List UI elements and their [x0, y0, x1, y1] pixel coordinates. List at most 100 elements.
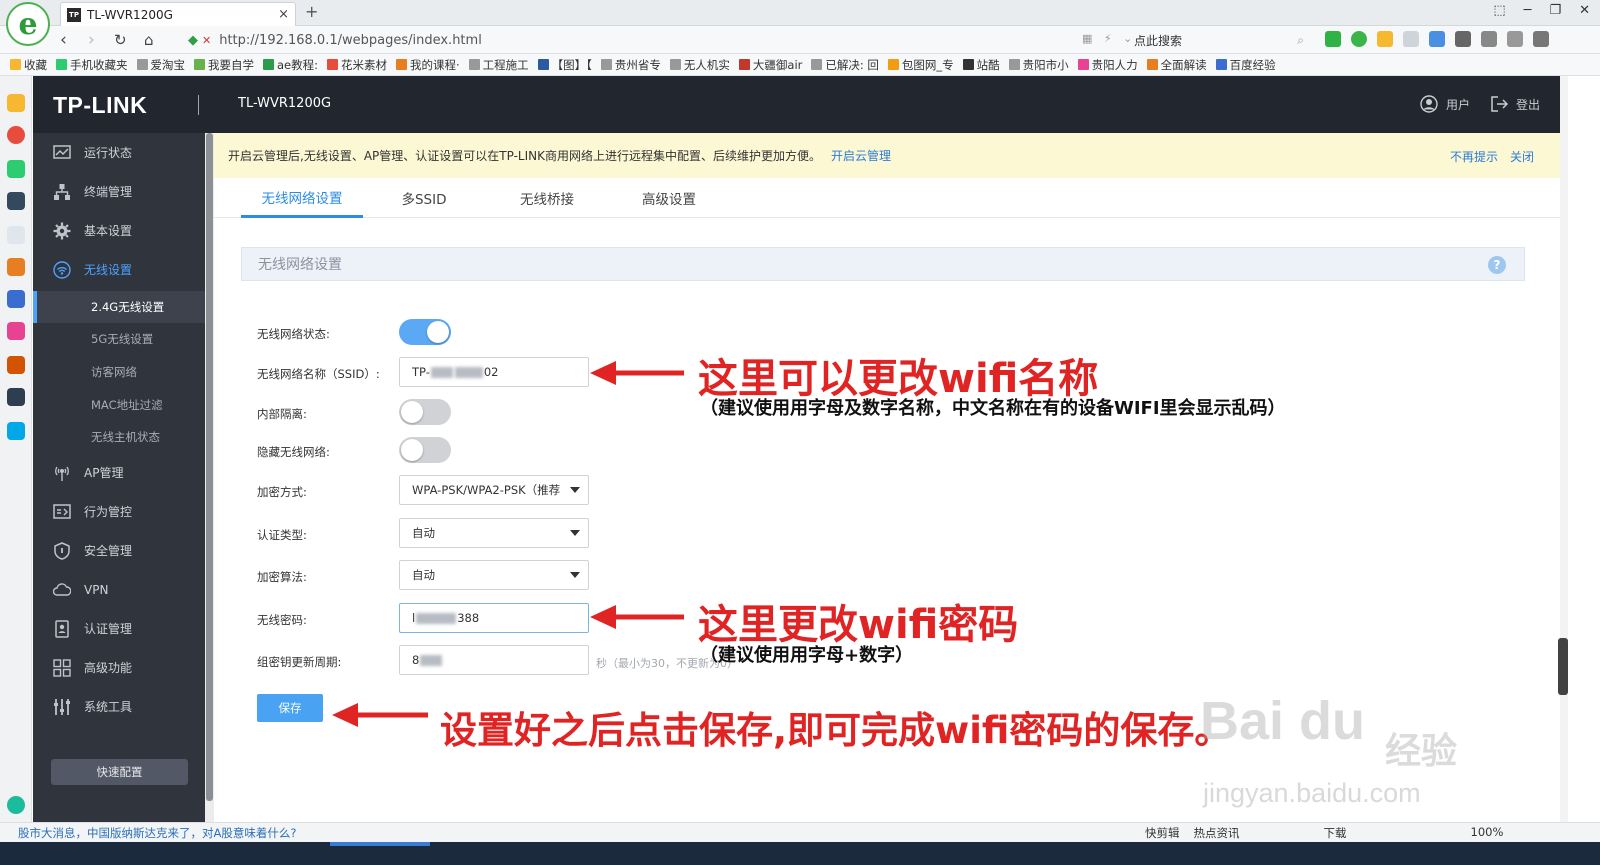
game-icon[interactable]: [7, 290, 25, 308]
sidebar-item-basic[interactable]: 基本设置: [33, 211, 206, 250]
undo-extension-icon[interactable]: [1507, 31, 1523, 47]
sidebar-item-behavior[interactable]: 行为管控: [33, 492, 206, 531]
bookmark-item[interactable]: 收藏: [10, 57, 47, 73]
video-icon[interactable]: [7, 322, 25, 340]
restore-button[interactable]: ❐: [1549, 3, 1561, 18]
sidebar-item-auth[interactable]: 认证管理: [33, 609, 206, 648]
back-icon[interactable]: ‹: [60, 30, 67, 50]
sidebar-item-ap[interactable]: AP管理: [33, 453, 206, 492]
status-item-zoom[interactable]: 100%: [1471, 825, 1504, 841]
shield-extension-icon[interactable]: [1377, 31, 1393, 47]
sidebar-item-security[interactable]: 安全管理: [33, 531, 206, 570]
bookmark-item[interactable]: 大疆御air: [738, 57, 802, 73]
headphones-extension-icon[interactable]: [1481, 31, 1497, 47]
refresh-icon[interactable]: ↻: [114, 31, 127, 49]
battery-extension-icon[interactable]: [1455, 31, 1471, 47]
home-icon[interactable]: ⌂: [144, 31, 154, 49]
algorithm-select[interactable]: 自动: [399, 560, 589, 590]
bookmark-item[interactable]: 百度经验: [1215, 57, 1276, 73]
bookmark-item[interactable]: 已解决: 回: [811, 57, 879, 73]
bookmark-item[interactable]: 无人机实: [669, 57, 730, 73]
sidebar-subitem-2g[interactable]: 2.4G无线设置: [33, 291, 206, 323]
forward-icon[interactable]: ›: [88, 30, 95, 50]
tab-advanced-settings[interactable]: 高级设置: [619, 178, 719, 218]
scissors-extension-icon[interactable]: [1325, 31, 1341, 47]
sidebar-item-terminal[interactable]: 终端管理: [33, 172, 206, 211]
sidebar-subitem-hosts[interactable]: 无线主机状态: [33, 421, 206, 453]
encryption-select[interactable]: WPA-PSK/WPA2-PSK（推荐: [399, 475, 589, 505]
ssid-input[interactable]: TP- 02: [399, 357, 589, 387]
dont-show-again-link[interactable]: 不再提示: [1450, 148, 1498, 165]
bookmark-item[interactable]: 【图】【: [537, 57, 592, 73]
status-item-download[interactable]: 下载: [1324, 825, 1347, 841]
page-scrollbar[interactable]: [1558, 638, 1568, 695]
status-item-quick-edit[interactable]: 快剪辑: [1145, 825, 1180, 841]
sidebar-item-tools[interactable]: 系统工具: [33, 687, 206, 726]
bookmark-item[interactable]: 贵阳人力: [1077, 57, 1138, 73]
tab-multi-ssid[interactable]: 多SSID: [374, 178, 474, 218]
quick-config-button[interactable]: 快速配置: [51, 759, 188, 785]
url-field[interactable]: ◆ ✕ http://192.168.0.1/webpages/index.ht…: [188, 29, 1118, 51]
sidebar-subitem-mac[interactable]: MAC地址过滤: [33, 389, 206, 421]
add-app-icon[interactable]: [7, 796, 25, 814]
rekey-input[interactable]: 8: [399, 645, 589, 675]
status-news-link[interactable]: 股市大消息，中国版纳斯达克来了，对A股意味着什么?: [18, 825, 296, 841]
tab-wireless-bridge[interactable]: 无线桥接: [497, 178, 597, 218]
mail-icon[interactable]: [7, 160, 25, 178]
app-icon[interactable]: [7, 422, 25, 440]
browser-tab[interactable]: TP TL-WVR1200G ×: [60, 2, 296, 26]
bookmark-item[interactable]: ae教程:: [263, 57, 318, 73]
image-extension-icon[interactable]: [1403, 31, 1419, 47]
bookmark-item[interactable]: 站酷: [962, 57, 1000, 73]
bookmark-item[interactable]: 全面解读: [1146, 57, 1207, 73]
minimize-button[interactable]: ─: [1524, 3, 1532, 18]
bookmark-item[interactable]: 包图网_专: [887, 57, 954, 73]
sidebar-item-advanced[interactable]: 高级功能: [33, 648, 206, 687]
bookmark-item[interactable]: 爱淘宝: [136, 57, 185, 73]
news-icon[interactable]: [7, 192, 25, 210]
bookmark-item[interactable]: 贵州省专: [600, 57, 661, 73]
password-input[interactable]: l 388: [399, 603, 589, 633]
new-tab-button[interactable]: +: [305, 2, 318, 21]
bookmark-item[interactable]: 我的课程·: [396, 57, 460, 73]
sidebar-subitem-guest[interactable]: 访客网络: [33, 356, 206, 388]
bookmark-item[interactable]: 贵阳市小: [1008, 57, 1069, 73]
favorites-star-icon[interactable]: [7, 94, 25, 112]
tab-wireless-settings[interactable]: 无线网络设置: [241, 178, 363, 218]
browser-logo-icon[interactable]: e: [6, 2, 50, 46]
bookmark-item[interactable]: 手机收藏夹: [56, 57, 128, 73]
enable-cloud-link[interactable]: 开启云管理: [831, 147, 891, 164]
search-input[interactable]: 点此搜索 ⌕: [1128, 30, 1310, 50]
search-icon[interactable]: ⌕: [1297, 33, 1304, 48]
user-button[interactable]: 用户: [1420, 95, 1470, 113]
apps-extension-icon[interactable]: [1429, 31, 1445, 47]
monitor-icon: [53, 144, 71, 159]
save-button[interactable]: 保存: [257, 694, 323, 722]
isolation-toggle[interactable]: [399, 399, 451, 425]
document-icon[interactable]: [7, 226, 25, 244]
sidebar-item-wireless[interactable]: 无线设置: [33, 250, 206, 289]
help-icon[interactable]: ?: [1488, 256, 1506, 274]
game-icon[interactable]: [7, 356, 25, 374]
close-notice-link[interactable]: 关闭: [1510, 148, 1534, 165]
green-circle-extension-icon[interactable]: [1351, 31, 1367, 47]
wireless-status-toggle[interactable]: [399, 319, 451, 345]
hidden-network-toggle[interactable]: [399, 437, 451, 463]
sidebar-scrollbar[interactable]: [206, 133, 213, 801]
menu-icon[interactable]: [1533, 31, 1549, 47]
bookmark-item[interactable]: 工程施工: [468, 57, 529, 73]
status-item-hot-news[interactable]: 热点资讯: [1194, 825, 1240, 841]
weibo-icon[interactable]: [7, 126, 25, 144]
sidebar-item-vpn[interactable]: VPN: [33, 570, 206, 609]
sidebar-item-status[interactable]: 运行状态: [33, 133, 206, 172]
bookmark-item[interactable]: 我要自学: [194, 57, 254, 73]
bookmark-item[interactable]: 花米素材: [327, 57, 387, 73]
logout-button[interactable]: 登出: [1490, 95, 1540, 113]
auth-type-select[interactable]: 自动: [399, 518, 589, 548]
game-icon[interactable]: [7, 388, 25, 406]
game-icon[interactable]: [7, 258, 25, 276]
tab-close-icon[interactable]: ×: [278, 7, 289, 22]
skin-icon[interactable]: ⬚: [1493, 3, 1505, 18]
sidebar-subitem-5g[interactable]: 5G无线设置: [33, 323, 206, 355]
close-window-button[interactable]: ✕: [1579, 3, 1590, 18]
